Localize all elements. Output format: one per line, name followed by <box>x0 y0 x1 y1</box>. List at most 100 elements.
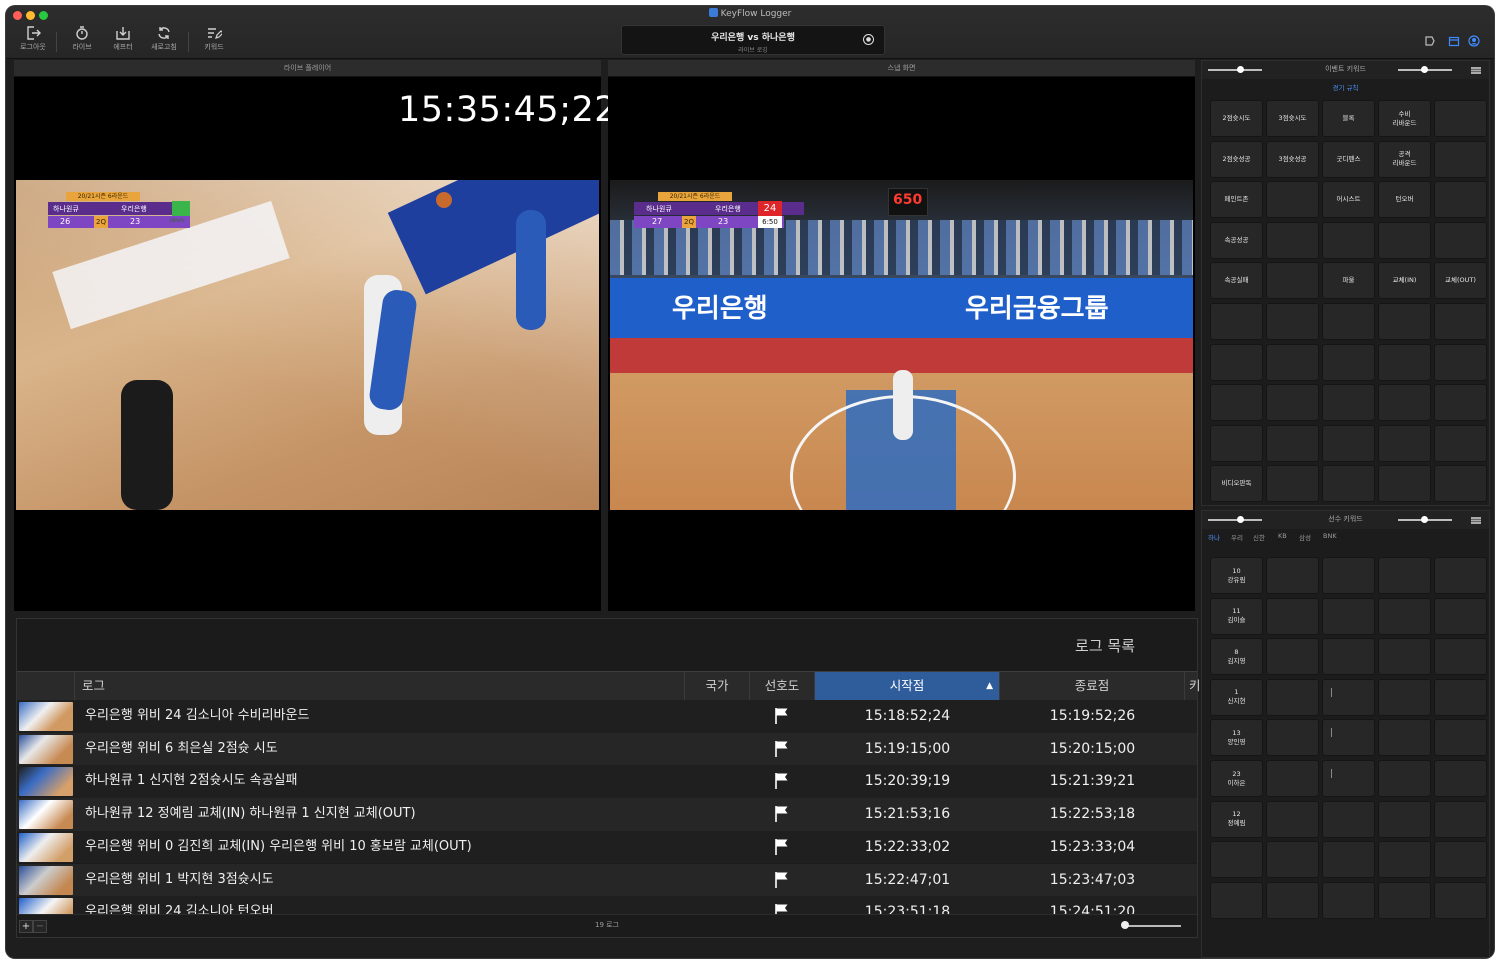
grid-view-icon[interactable] <box>1471 517 1481 524</box>
event-empty-slot[interactable] <box>1378 303 1431 340</box>
event-empty-slot[interactable] <box>1434 303 1487 340</box>
end-column-header[interactable]: 종료점 <box>1000 672 1185 700</box>
player-empty-slot[interactable] <box>1378 841 1431 879</box>
event-empty-slot[interactable] <box>1266 343 1319 381</box>
player-empty-slot[interactable] <box>1434 719 1487 757</box>
event-keyword-button[interactable]: 어시스트 <box>1322 181 1375 219</box>
table-row[interactable]: 우리은행 위비 0 김진희 교체(IN) 우리은행 위비 10 홍보람 교체(O… <box>17 830 1197 864</box>
event-keyword-button[interactable]: 블록 <box>1322 100 1375 137</box>
event-empty-slot[interactable] <box>1434 465 1487 503</box>
event-empty-slot[interactable] <box>1266 221 1319 259</box>
event-keyword-button[interactable]: 교체(OUT) <box>1434 262 1487 300</box>
table-row[interactable]: 우리은행 위비 6 최은실 2점슛 시도 15:19:15;00 15:20:15;… <box>17 732 1197 766</box>
event-empty-slot[interactable] <box>1378 343 1431 381</box>
player-empty-slot[interactable] <box>1434 881 1487 919</box>
player-keyword-button[interactable]: 13 양인영 <box>1210 719 1263 757</box>
event-empty-slot[interactable] <box>1266 465 1319 503</box>
event-keyword-button[interactable]: 2점슛시도 <box>1210 100 1263 137</box>
event-keyword-button[interactable]: 교체(IN) <box>1378 262 1431 300</box>
grid-view-icon[interactable] <box>1471 67 1481 74</box>
player-empty-slot[interactable] <box>1266 881 1319 919</box>
player-keyword-button[interactable]: 10 강유림 <box>1210 557 1263 594</box>
flag-icon[interactable] <box>774 805 790 823</box>
event-empty-slot[interactable] <box>1434 140 1487 178</box>
player-empty-slot[interactable] <box>1378 557 1431 594</box>
table-row[interactable]: 하나원큐 12 정예림 교체(IN) 하나원큐 1 신지현 교체(OUT) 15:… <box>17 798 1197 831</box>
player-empty-slot[interactable] <box>1378 760 1431 797</box>
calendar-icon[interactable] <box>1448 35 1460 47</box>
tab-team-shinhan[interactable]: 신한 <box>1253 532 1265 542</box>
table-row[interactable]: 우리은행 위비 1 박지현 3점슛시도 15:22:47;01 15:23:47;0… <box>17 863 1197 897</box>
event-empty-slot[interactable] <box>1322 343 1375 381</box>
event-keyword-button[interactable]: 페인트존 <box>1210 181 1263 219</box>
player-empty-slot[interactable] <box>1266 678 1319 716</box>
player-empty-slot[interactable] <box>1266 760 1319 797</box>
event-empty-slot[interactable] <box>1210 424 1263 462</box>
flag-icon[interactable] <box>774 740 790 758</box>
event-empty-slot[interactable] <box>1434 100 1487 137</box>
user-account-icon[interactable] <box>1468 35 1480 47</box>
event-empty-slot[interactable] <box>1378 221 1431 259</box>
tab-team-bnk[interactable]: BNK <box>1323 532 1337 540</box>
event-keyword-button[interactable]: 턴오버 <box>1378 181 1431 219</box>
event-empty-slot[interactable] <box>1210 343 1263 381</box>
flag-icon[interactable] <box>774 871 790 889</box>
event-empty-slot[interactable] <box>1266 181 1319 219</box>
player-right-slider[interactable] <box>1398 516 1452 523</box>
tab-team-samsung[interactable]: 삼성 <box>1299 532 1311 542</box>
event-keyword-button[interactable]: 2점슛성공 <box>1210 140 1263 178</box>
event-empty-slot[interactable] <box>1322 303 1375 340</box>
player-keyword-button[interactable]: 23 이하은 <box>1210 760 1263 797</box>
tab-team-woori[interactable]: 우리 <box>1231 532 1243 542</box>
event-empty-slot[interactable] <box>1434 343 1487 381</box>
player-empty-slot[interactable] <box>1378 719 1431 757</box>
event-keyword-button[interactable]: 3점슛성공 <box>1266 140 1319 178</box>
extra-column-header[interactable]: 키 <box>1185 672 1201 700</box>
event-right-slider[interactable] <box>1398 66 1452 73</box>
event-empty-slot[interactable] <box>1210 384 1263 422</box>
player-empty-slot[interactable] <box>1322 597 1375 635</box>
snap-video[interactable]: 650 우리은행 우리금융그룹 20/21시즌 6라운드 하나원큐 우리은행 2… <box>610 180 1193 510</box>
player-empty-slot[interactable] <box>1322 719 1375 757</box>
player-empty-slot[interactable] <box>1378 638 1431 676</box>
player-empty-slot[interactable] <box>1266 638 1319 676</box>
flag-icon[interactable] <box>774 838 790 856</box>
event-empty-slot[interactable] <box>1378 424 1431 462</box>
player-keyword-button[interactable]: 1 신지현 <box>1210 678 1263 716</box>
player-empty-slot[interactable] <box>1378 800 1431 838</box>
event-empty-slot[interactable] <box>1378 384 1431 422</box>
player-empty-slot[interactable] <box>1434 557 1487 594</box>
live-video[interactable]: 20/21시즌 6라운드 하나원큐 우리은행 26 2Q 23 REPLAY <box>16 180 599 510</box>
event-keyword-button[interactable]: 비디오판독 <box>1210 465 1263 503</box>
flag-icon[interactable] <box>774 772 790 790</box>
event-empty-slot[interactable] <box>1322 424 1375 462</box>
player-empty-slot[interactable] <box>1322 881 1375 919</box>
player-empty-slot[interactable] <box>1266 597 1319 635</box>
event-keyword-button[interactable]: 파울 <box>1322 262 1375 300</box>
event-empty-slot[interactable] <box>1434 424 1487 462</box>
event-keyword-button[interactable]: 굿디펜스 <box>1322 140 1375 178</box>
table-row[interactable]: 하나원큐 1 신지현 2점슛시도 속공실패 15:20:39;19 15:21:39… <box>17 765 1197 799</box>
event-empty-slot[interactable] <box>1434 181 1487 219</box>
tag-icon[interactable] <box>1424 35 1436 47</box>
event-empty-slot[interactable] <box>1322 465 1375 503</box>
match-selector[interactable]: 우리은행 vs 하나은행 라이브 로깅 ● <box>621 25 885 55</box>
thumbnail-size-slider-knob[interactable] <box>1121 921 1129 929</box>
export-button[interactable]: 에프터 <box>103 26 143 52</box>
player-keyword-button[interactable]: 8 김지영 <box>1210 638 1263 676</box>
player-empty-slot[interactable] <box>1434 760 1487 797</box>
player-empty-slot[interactable] <box>1322 800 1375 838</box>
player-empty-slot[interactable] <box>1434 841 1487 879</box>
thumbnail-size-slider[interactable] <box>1125 925 1181 927</box>
player-empty-slot[interactable] <box>1266 800 1319 838</box>
player-keyword-button[interactable]: 11 김이슬 <box>1210 597 1263 635</box>
keyword-button[interactable]: 키워드 <box>194 26 234 52</box>
event-empty-slot[interactable] <box>1378 465 1431 503</box>
player-empty-slot[interactable] <box>1210 841 1263 879</box>
player-empty-slot[interactable] <box>1434 597 1487 635</box>
tab-team-kb[interactable]: KB <box>1278 532 1287 540</box>
player-empty-slot[interactable] <box>1378 678 1431 716</box>
event-empty-slot[interactable] <box>1266 384 1319 422</box>
player-empty-slot[interactable] <box>1210 881 1263 919</box>
player-empty-slot[interactable] <box>1322 678 1375 716</box>
